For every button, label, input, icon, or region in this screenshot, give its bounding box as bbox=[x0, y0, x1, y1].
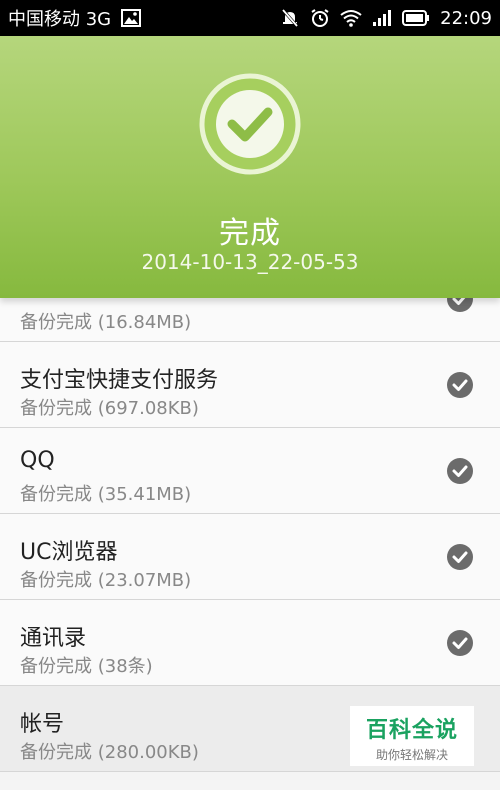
item-status: 备份完成 (35.41MB) bbox=[20, 484, 192, 505]
item-status: 备份完成 (16.84MB) bbox=[20, 312, 192, 333]
list-item[interactable]: QQ 备份完成 (35.41MB) bbox=[0, 428, 500, 514]
carrier-label: 中国移动 3G bbox=[8, 9, 112, 30]
screen: 中国移动 3G 22:09 完成 2014-10-13_22-05-53 备份完… bbox=[0, 0, 500, 790]
item-status: 备份完成 (697.08KB) bbox=[20, 398, 199, 419]
status-time: 22:09 bbox=[440, 7, 492, 29]
watermark-title: 百科全说 bbox=[365, 718, 458, 743]
wifi-icon bbox=[340, 9, 362, 27]
item-status: 备份完成 (23.07MB) bbox=[20, 570, 192, 591]
check-icon bbox=[447, 630, 473, 656]
watermark-subtitle: 助你轻松解决 bbox=[375, 748, 448, 762]
item-title: 支付宝快捷支付服务 bbox=[20, 368, 219, 393]
item-status: 备份完成 (280.00KB) bbox=[20, 742, 199, 763]
status-bar: 中国移动 3G 22:09 bbox=[0, 0, 500, 36]
item-title: 帐号 bbox=[20, 712, 65, 737]
completion-header: 完成 2014-10-13_22-05-53 bbox=[0, 36, 500, 298]
item-status: 备份完成 (38条) bbox=[20, 656, 153, 677]
status-right: 22:09 bbox=[280, 8, 492, 29]
mute-icon bbox=[280, 8, 300, 28]
list-item[interactable]: 支付宝快捷支付服务 备份完成 (697.08KB) bbox=[0, 342, 500, 428]
item-title: QQ bbox=[20, 448, 55, 473]
check-icon bbox=[447, 458, 473, 484]
backup-timestamp: 2014-10-13_22-05-53 bbox=[141, 250, 359, 274]
check-circle-icon bbox=[199, 73, 301, 175]
watermark-logo: 百科全说 助你轻松解决 bbox=[350, 706, 474, 766]
check-icon bbox=[447, 544, 473, 570]
list-item[interactable]: 通讯录 备份完成 (38条) bbox=[0, 600, 500, 686]
alarm-icon bbox=[310, 8, 330, 28]
completion-title: 完成 bbox=[219, 216, 281, 251]
signal-icon bbox=[372, 9, 392, 27]
item-title: UC浏览器 bbox=[20, 540, 118, 565]
image-icon bbox=[121, 9, 142, 27]
item-title: 通讯录 bbox=[20, 626, 87, 651]
status-left: 中国移动 3G bbox=[8, 5, 142, 31]
list-item[interactable]: UC浏览器 备份完成 (23.07MB) bbox=[0, 514, 500, 600]
battery-icon bbox=[402, 10, 430, 26]
check-icon bbox=[447, 372, 473, 398]
